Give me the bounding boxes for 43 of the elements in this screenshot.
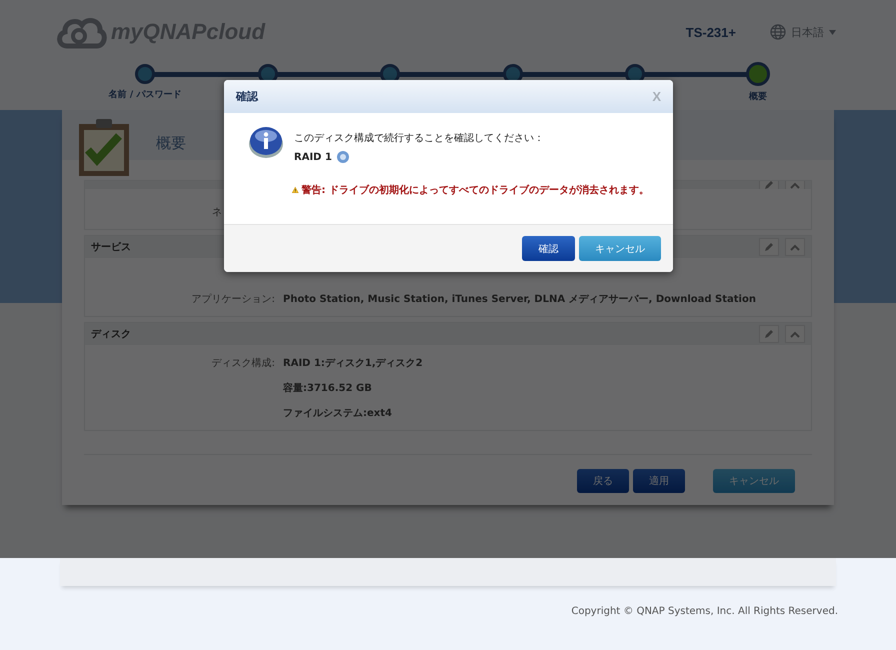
edit-button[interactable] [759,325,779,343]
confirm-message: このディスク構成で続行することを確認してください： [294,132,544,145]
language-menu[interactable]: 日本語 [770,24,836,40]
pencil-icon [764,242,774,252]
caret-icon [829,30,836,34]
device-name: TS-231+ [686,24,736,40]
raid-level: RAID 1 [294,152,332,162]
field-value: 容量:3716.52 GB [283,381,373,395]
panel-button[interactable]: キャンセル [713,469,795,493]
step-label: 概要 [748,90,767,103]
panel-button[interactable]: 適用 [633,469,685,493]
step-label: 名前 / パスワード [108,88,182,101]
chevron-up-icon [790,244,800,250]
clipboard-check-icon [78,118,130,178]
chevron-up-icon [790,330,800,338]
pencil-icon [764,181,774,189]
field-label: ネ [212,207,222,218]
section-title: サービス [91,240,131,254]
dialog-button[interactable]: 確認 [522,236,575,261]
edit-button[interactable] [759,238,779,256]
section-title: ディスク [91,328,131,341]
collapse-button[interactable] [785,325,805,343]
field-value: RAID 1:ディスク1,ディスク2 [283,357,423,370]
panel-button[interactable]: 戻る [577,469,629,493]
chevron-up-icon [790,182,800,188]
field-label: アプリケーション: [192,294,275,305]
step-marker[interactable] [746,62,770,86]
copyright-text: Copyright © QNAP Systems, Inc. All Rights Reserved. [571,606,838,617]
info-icon [248,125,284,159]
pencil-icon [764,329,774,339]
dialog-title: 確認 [236,89,260,104]
field-value: Photo Station, Music Station, iTunes Server, DLNA メディアサーバー, Download Station [283,293,756,306]
close-button[interactable]: X [652,89,661,104]
warning-icon [292,184,299,196]
field-value: ファイルシステム:ext4 [283,407,393,420]
globe-icon [770,24,786,40]
step-marker[interactable] [135,64,155,84]
warning-message: 警告: ドライブの初期化によってすべてのドライブのデータが消去されます。 [302,183,649,197]
dialog-button[interactable]: キャンセル [579,236,661,261]
field-label: ディスク構成: [212,358,275,369]
panel-title: 概要 [156,134,186,153]
collapse-button[interactable] [785,238,805,256]
help-icon[interactable] [336,151,349,163]
